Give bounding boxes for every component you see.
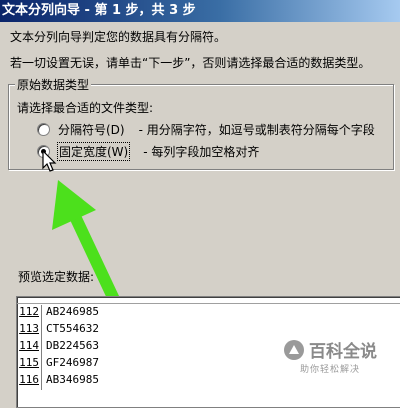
preview-row: 114 DB224563 [19, 339, 99, 356]
preview-title: 预览选定数据: [18, 270, 95, 284]
watermark: 百科全说 助你轻松解决 [280, 333, 380, 379]
row-number: 112 [19, 305, 42, 322]
row-number: 116 [19, 373, 42, 390]
row-value: CT554632 [46, 322, 99, 335]
row-value: GF246987 [46, 356, 99, 369]
preview-row: 112 AB246985 [19, 305, 99, 322]
watermark-logo-icon [284, 339, 304, 360]
preview-row: 116 AB346985 [19, 373, 99, 390]
row-number: 115 [19, 356, 42, 373]
watermark-name: 百科全说 [309, 342, 377, 362]
preview-ruler [17, 297, 400, 304]
row-number: 114 [19, 339, 42, 356]
row-value: DB224563 [46, 339, 99, 352]
row-value: AB246985 [46, 305, 99, 318]
preview-row: 113 CT554632 [19, 322, 99, 339]
preview-row: 115 GF246987 [19, 356, 99, 373]
row-number: 113 [19, 322, 42, 339]
watermark-logo: 百科全说 [283, 337, 377, 362]
watermark-tagline: 助你轻松解决 [299, 365, 360, 375]
row-value: AB346985 [46, 373, 99, 386]
